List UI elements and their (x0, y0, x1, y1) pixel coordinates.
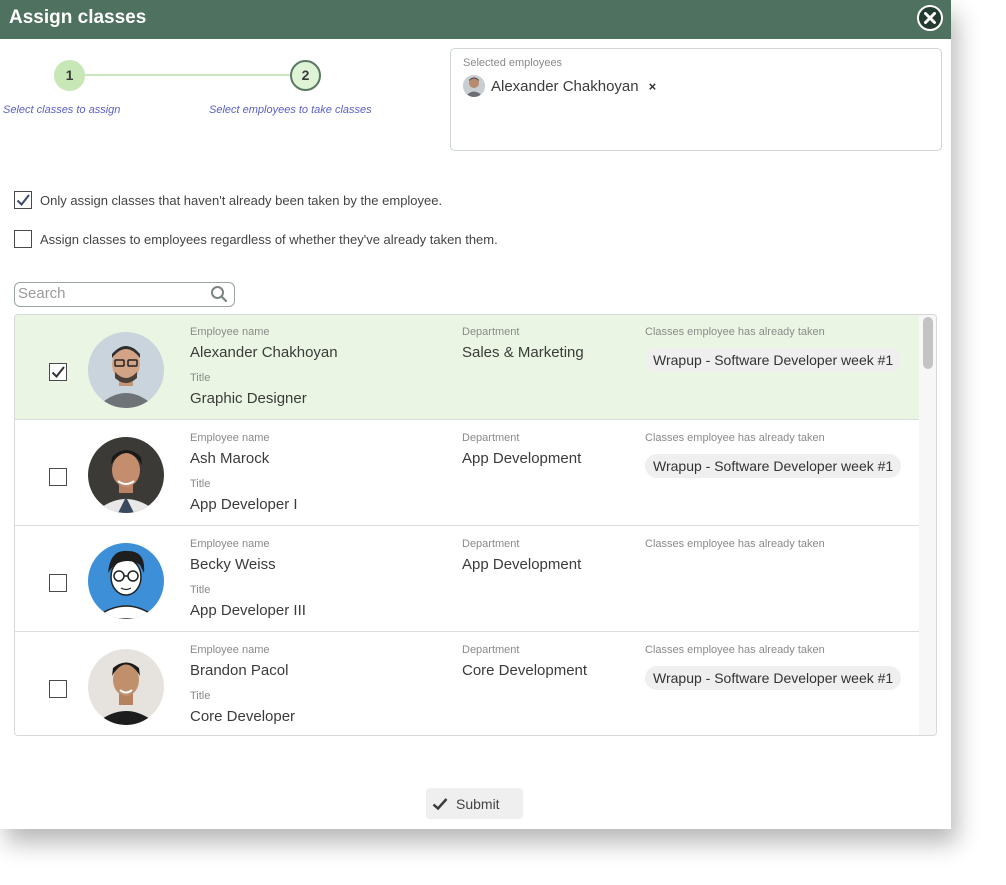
classes-taken-label: Classes employee has already taken (645, 432, 825, 444)
department-label: Department (462, 326, 520, 338)
employee-name-label: Employee name (190, 326, 270, 338)
scrollbar-thumb[interactable] (923, 317, 933, 369)
row-checkbox[interactable] (49, 363, 67, 381)
table-row[interactable]: Employee name Alexander Chakhoyan Title … (15, 315, 921, 420)
employee-chip: Alexander Chakhoyan × (463, 75, 656, 97)
chip-remove-icon[interactable]: × (649, 79, 657, 94)
option-only-untaken[interactable]: Only assign classes that haven't already… (14, 191, 442, 209)
avatar (88, 332, 164, 408)
chip-name: Alexander Chakhoyan (491, 77, 639, 95)
table-scrollbar[interactable] (919, 315, 936, 735)
table-row[interactable]: Employee name Brandon Pacol Title Core D… (15, 632, 921, 735)
checkbox-regardless[interactable] (14, 230, 32, 248)
department-label: Department (462, 644, 520, 656)
employee-title: Core Developer (190, 708, 296, 725)
close-icon (924, 12, 936, 24)
employee-department: App Development (462, 450, 582, 467)
employee-name: Alexander Chakhoyan (190, 344, 338, 361)
search-icon[interactable] (210, 285, 228, 308)
table-row[interactable]: Employee name Becky Weiss Title App Deve… (15, 526, 921, 632)
employee-title: App Developer III (190, 602, 306, 619)
employee-name: Becky Weiss (190, 556, 276, 573)
row-checkbox[interactable] (49, 574, 67, 592)
employees-table: Employee name Alexander Chakhoyan Title … (14, 314, 937, 736)
option-regardless-label: Assign classes to employees regardless o… (40, 231, 498, 247)
department-label: Department (462, 538, 520, 550)
avatar (88, 437, 164, 513)
submit-label: Submit (456, 795, 500, 812)
employee-name-label: Employee name (190, 644, 270, 656)
employee-name: Ash Marock (190, 450, 270, 467)
employee-title: Graphic Designer (190, 390, 307, 407)
classes-taken-label: Classes employee has already taken (645, 326, 825, 338)
selected-employees-box[interactable]: Selected employees Alexander Chakhoyan × (450, 48, 942, 151)
employee-title: App Developer I (190, 496, 298, 513)
checkbox-only-untaken[interactable] (14, 191, 32, 209)
stepper-connector (70, 74, 308, 76)
search-input[interactable] (15, 283, 198, 304)
chip-avatar (463, 75, 485, 97)
classes-taken-label: Classes employee has already taken (645, 538, 825, 550)
title-label: Title (190, 478, 211, 490)
employee-department: App Development (462, 556, 582, 573)
employee-name: Brandon Pacol (190, 662, 289, 679)
department-label: Department (462, 432, 520, 444)
title-label: Title (190, 372, 211, 384)
dialog-titlebar: Assign classes (0, 0, 951, 39)
class-pill: Wrapup - Software Developer week #1 (645, 454, 902, 478)
selected-employees-label: Selected employees (463, 57, 563, 69)
step-1-label[interactable]: Select classes to assign (3, 104, 120, 116)
avatar (88, 543, 164, 619)
title-label: Title (190, 690, 211, 702)
step-2-label[interactable]: Select employees to take classes (209, 104, 372, 116)
row-checkbox[interactable] (49, 680, 67, 698)
close-button[interactable] (917, 5, 943, 31)
search-box (14, 282, 235, 307)
step-2-circle[interactable]: 2 (290, 60, 321, 91)
submit-button[interactable]: Submit (426, 788, 523, 819)
employee-name-label: Employee name (190, 538, 270, 550)
dialog-title: Assign classes (9, 7, 147, 28)
row-checkbox[interactable] (49, 468, 67, 486)
check-icon (432, 797, 448, 810)
step-1-circle[interactable]: 1 (54, 60, 85, 91)
employee-department: Sales & Marketing (462, 344, 584, 361)
assign-classes-dialog: Assign classes 1 2 Select classes to ass… (0, 0, 951, 829)
employee-name-label: Employee name (190, 432, 270, 444)
table-row[interactable]: Employee name Ash Marock Title App Devel… (15, 420, 921, 526)
avatar (88, 649, 164, 725)
checkmark-icon (16, 194, 30, 207)
option-regardless[interactable]: Assign classes to employees regardless o… (14, 230, 498, 248)
checkmark-icon (51, 366, 65, 379)
classes-taken-label: Classes employee has already taken (645, 644, 825, 656)
employee-department: Core Development (462, 662, 588, 679)
option-only-untaken-label: Only assign classes that haven't already… (40, 192, 443, 208)
class-pill: Wrapup - Software Developer week #1 (645, 348, 902, 372)
class-pill: Wrapup - Software Developer week #1 (645, 666, 902, 690)
title-label: Title (190, 584, 211, 596)
